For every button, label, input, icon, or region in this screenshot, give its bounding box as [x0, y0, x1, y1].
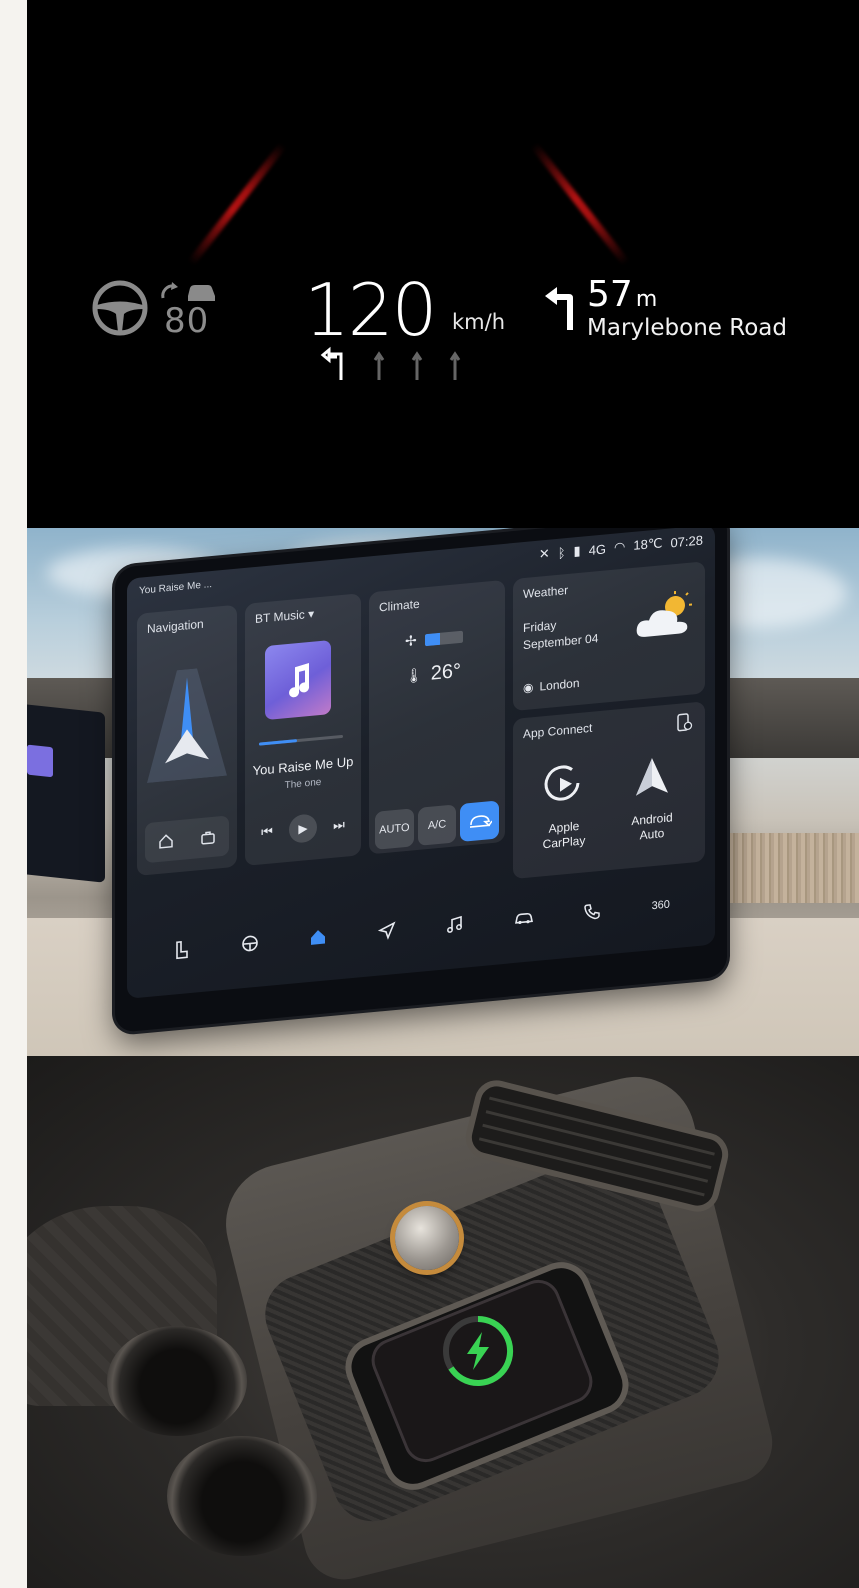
bluetooth-icon: ᛒ [557, 544, 566, 561]
weather-location: ◉ London [523, 676, 580, 695]
album-art [265, 639, 331, 721]
mute-icon: ✕ [538, 545, 550, 562]
recirculation-button[interactable] [460, 800, 500, 842]
app-connect-title: App Connect [523, 720, 593, 742]
cupholder [107, 1326, 247, 1436]
outside-temperature: 18℃ [633, 535, 663, 553]
apple-carplay-tile[interactable]: Apple CarPlay [521, 758, 607, 854]
carplay-icon [544, 765, 580, 801]
clock: 07:28 [670, 531, 703, 550]
track-progress[interactable] [259, 734, 343, 746]
partly-sunny-icon [636, 590, 692, 637]
driver-display [27, 703, 105, 883]
maneuver-distance: 57 m [587, 274, 657, 315]
play-button[interactable]: ▶ [288, 813, 317, 844]
dock-bar: 360 [127, 870, 715, 985]
mini-album-tile [27, 744, 53, 778]
weather-city-name: London [539, 675, 580, 694]
car-icon[interactable] [513, 906, 535, 930]
navigation-card[interactable]: Navigation [137, 604, 237, 876]
navigation-arrow-icon [147, 668, 227, 784]
auto-climate-button[interactable]: AUTO [375, 808, 414, 850]
music-source-label: BT Music [255, 607, 305, 627]
current-speed: 120 [304, 268, 437, 352]
cabin-temperature[interactable]: 🌡 26° [405, 660, 461, 688]
center-display: You Raise Me ... ✕ ᛒ ▮ 4G ◠ 18℃ 07:28 Na… [127, 528, 715, 999]
navigation-icon[interactable] [376, 919, 398, 943]
turn-left-icon [545, 287, 573, 330]
ac-button[interactable]: A/C [417, 804, 457, 846]
climate-buttons: AUTO A/C [375, 800, 500, 850]
steering-heat-icon[interactable] [239, 931, 261, 955]
360-view-icon[interactable]: 360 [650, 893, 672, 917]
hud-panel: 80 120 km/h 57 m Marylebone Road [27, 0, 859, 528]
distance-value: 57 [587, 274, 633, 315]
location-pin-icon: ◉ [523, 680, 534, 696]
360-label: 360 [651, 898, 670, 913]
infotainment-photo: You Raise Me ... ✕ ᛒ ▮ 4G ◠ 18℃ 07:28 Na… [27, 528, 859, 1056]
next-track-icon[interactable]: ⏭ [333, 817, 345, 834]
status-indicators: ✕ ᛒ ▮ 4G ◠ 18℃ 07:28 [539, 531, 703, 562]
music-source[interactable]: BT Music ▾ [255, 607, 314, 626]
home-icon[interactable] [307, 925, 329, 949]
phone-icon[interactable] [581, 900, 603, 924]
chevron-down-icon: ▾ [308, 606, 315, 622]
hud-right-accent [530, 142, 630, 266]
fan-icon: ✢ [405, 632, 417, 650]
track-progress-fill [259, 739, 297, 746]
fan-speed[interactable]: ✢ [405, 628, 463, 650]
thermometer-icon: 🌡 [405, 666, 423, 685]
weather-card[interactable]: Weather Friday September 04 ◉ London [513, 561, 705, 712]
home-shortcut-icon[interactable] [158, 833, 174, 850]
android-auto-icon [636, 758, 668, 796]
navigation-title: Navigation [147, 616, 204, 637]
work-shortcut-icon[interactable] [200, 829, 216, 846]
play-icon: ▶ [298, 821, 308, 836]
hud-left-accent [187, 142, 287, 266]
fan-level-bar [424, 630, 463, 646]
navigation-shortcuts [145, 815, 229, 864]
music-icon[interactable] [444, 912, 466, 936]
recirculation-icon [469, 815, 492, 828]
weather-date: Friday September 04 [523, 613, 598, 654]
temperature-value: 26° [430, 659, 462, 685]
speed-unit: km/h [452, 310, 506, 334]
seat-icon[interactable] [170, 938, 192, 962]
signal-icon: ▮ [573, 542, 581, 559]
transport-controls: ⏮ ▶ ⏭ [253, 804, 353, 853]
network-label: 4G [588, 540, 607, 558]
console-photo [27, 1056, 859, 1588]
climate-card[interactable]: Climate ✢ 🌡 26° AUTO A/C [369, 579, 505, 855]
phone-settings-icon[interactable] [675, 712, 693, 732]
music-card[interactable]: BT Music ▾ You Raise Me Up The one ⏮ ▶ ⏭ [245, 593, 361, 866]
climate-title: Climate [379, 596, 420, 615]
fan-level-fill [424, 632, 440, 646]
android-auto-tile[interactable]: Android Auto [609, 750, 695, 846]
previous-track-icon[interactable]: ⏮ [261, 823, 273, 840]
distance-unit: m [635, 287, 658, 312]
road-name: Marylebone Road [587, 315, 787, 341]
music-note-icon [289, 663, 310, 698]
gear-selector-knob [395, 1206, 459, 1270]
steering-wheel-icon [92, 280, 148, 336]
weather-title: Weather [523, 582, 569, 602]
center-display-bezel: You Raise Me ... ✕ ᛒ ▮ 4G ◠ 18℃ 07:28 Na… [115, 528, 727, 1034]
app-connect-card: App Connect Apple CarPlay Android Auto [513, 701, 705, 880]
charging-icon [443, 1315, 514, 1386]
cupholder [167, 1436, 317, 1556]
wifi-icon: ◠ [614, 538, 626, 555]
lane-arrows-icon [320, 346, 461, 380]
status-now-playing[interactable]: You Raise Me ... [139, 579, 212, 597]
speed-limit-value: 80 [164, 301, 210, 341]
